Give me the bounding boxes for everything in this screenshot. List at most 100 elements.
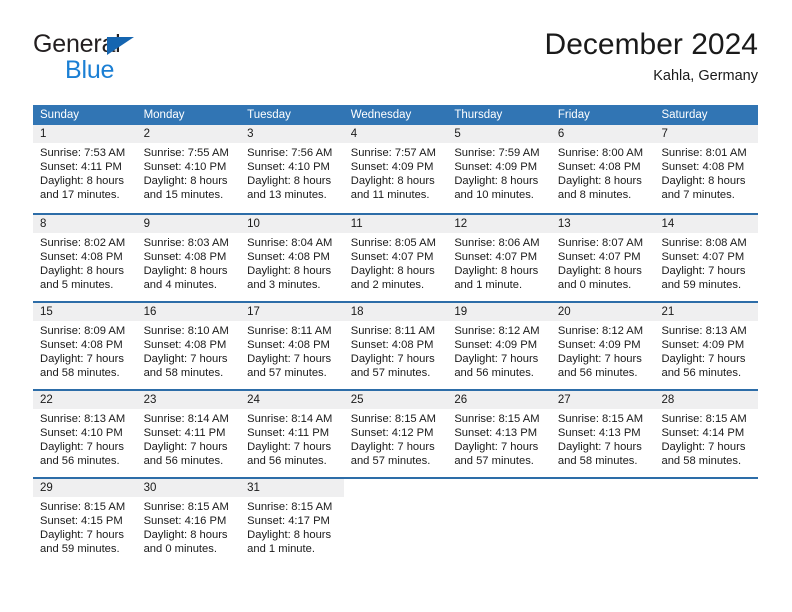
day-detail-line: Sunset: 4:07 PM <box>661 251 745 264</box>
day-detail-line: Sunrise: 7:57 AM <box>350 147 436 159</box>
calendar-day-cell[interactable]: 3 Sunrise: 7:56 AM Sunset: 4:10 PM Daylight… <box>240 125 344 213</box>
day-detail-line: Sunrise: 8:02 AM <box>40 237 126 249</box>
day-detail-line: and 58 minutes. <box>557 455 638 468</box>
calendar-day-cell[interactable]: 16 Sunrise: 8:10 AM Sunset: 4:08 PM Dayligh… <box>136 303 241 389</box>
calendar-week-row: 8 Sunrise: 8:02 AM Sunset: 4:08 PM Daylight… <box>33 213 759 301</box>
calendar-day-cell[interactable]: 1 Sunrise: 7:53 AM Sunset: 4:11 PM Daylight… <box>33 125 137 213</box>
day-detail-line: Daylight: 8 hours <box>247 529 332 542</box>
calendar-day-cell[interactable]: 18 Sunrise: 8:11 AM Sunset: 4:08 PM Dayligh… <box>343 303 448 389</box>
calendar-day-cell[interactable]: 13 Sunrise: 8:07 AM Sunset: 4:07 PM Dayligh… <box>550 215 655 301</box>
day-details: Sunrise: 8:11 AM Sunset: 4:08 PM Daylight:… <box>344 321 448 380</box>
calendar-day-cell[interactable]: 4 Sunrise: 7:57 AM Sunset: 4:09 PM Daylight… <box>343 125 448 213</box>
day-detail-line: and 1 minute. <box>247 543 315 556</box>
calendar-day-cell[interactable]: 30 Sunrise: 8:15 AM Sunset: 4:16 PM Dayligh… <box>136 479 241 565</box>
day-detail-line: Sunrise: 8:07 AM <box>557 237 644 249</box>
calendar-day-cell[interactable]: 29 Sunrise: 8:15 AM Sunset: 4:15 PM Dayligh… <box>33 479 137 565</box>
calendar-day-cell[interactable]: 19 Sunrise: 8:12 AM Sunset: 4:09 PM Dayligh… <box>447 303 551 389</box>
day-detail-line: Sunrise: 8:12 AM <box>557 325 644 337</box>
day-number: 5 <box>447 125 551 143</box>
calendar-day-cell-empty <box>550 479 655 565</box>
day-detail-line: Daylight: 8 hours <box>557 265 642 278</box>
calendar-day-cell[interactable]: 6 Sunrise: 8:00 AM Sunset: 4:08 PM Daylight… <box>550 125 655 213</box>
day-detail-line: Sunrise: 8:13 AM <box>661 325 747 337</box>
day-number: 2 <box>136 125 241 143</box>
day-detail-line: Sunset: 4:10 PM <box>40 427 123 440</box>
calendar-day-cell[interactable]: 9 Sunrise: 8:03 AM Sunset: 4:08 PM Daylight… <box>136 215 241 301</box>
day-details: Sunrise: 8:15 AM Sunset: 4:13 PM Daylight:… <box>551 409 655 468</box>
day-detail-line: Daylight: 7 hours <box>247 353 332 366</box>
day-number <box>447 479 551 497</box>
day-detail-line: Sunset: 4:14 PM <box>661 427 745 440</box>
day-detail-line: and 4 minutes. <box>143 279 217 292</box>
day-detail-line: Daylight: 7 hours <box>143 353 228 366</box>
day-number: 10 <box>240 215 344 233</box>
day-detail-line: Sunset: 4:08 PM <box>40 339 123 352</box>
day-detail-line: Daylight: 8 hours <box>661 175 746 188</box>
calendar-day-cell[interactable]: 27 Sunrise: 8:15 AM Sunset: 4:13 PM Dayligh… <box>550 391 655 477</box>
day-details: Sunrise: 7:55 AM Sunset: 4:10 PM Daylight:… <box>137 143 241 202</box>
day-detail-line: Sunset: 4:08 PM <box>247 339 330 352</box>
calendar-day-cell[interactable]: 8 Sunrise: 8:02 AM Sunset: 4:08 PM Daylight… <box>33 215 137 301</box>
calendar-day-cell-empty <box>343 479 448 565</box>
day-detail-line: Sunrise: 7:59 AM <box>454 147 540 159</box>
day-detail-line: Daylight: 8 hours <box>247 175 332 188</box>
calendar-day-cell[interactable]: 11 Sunrise: 8:05 AM Sunset: 4:07 PM Dayligh… <box>343 215 448 301</box>
day-detail-line: Daylight: 8 hours <box>40 265 124 278</box>
day-details: Sunrise: 8:15 AM Sunset: 4:13 PM Daylight:… <box>447 409 551 468</box>
day-details: Sunrise: 8:15 AM Sunset: 4:16 PM Daylight:… <box>137 497 241 556</box>
day-detail-line: Sunset: 4:10 PM <box>247 161 330 174</box>
day-detail-line: and 58 minutes. <box>40 367 120 380</box>
day-detail-line: and 5 minutes. <box>40 279 114 292</box>
title-block: December 2024 Kahla, Germany <box>545 26 758 87</box>
calendar-day-cell[interactable]: 24 Sunrise: 8:14 AM Sunset: 4:11 PM Dayligh… <box>240 391 344 477</box>
calendar-day-cell[interactable]: 25 Sunrise: 8:15 AM Sunset: 4:12 PM Dayligh… <box>343 391 448 477</box>
page-title: December 2024 <box>544 28 758 61</box>
calendar-day-cell[interactable]: 21 Sunrise: 8:13 AM Sunset: 4:09 PM Dayligh… <box>654 303 759 389</box>
day-detail-line: and 0 minutes. <box>143 543 217 556</box>
day-detail-line: Daylight: 7 hours <box>40 529 124 542</box>
calendar-day-cell[interactable]: 31 Sunrise: 8:15 AM Sunset: 4:17 PM Dayligh… <box>240 479 344 565</box>
calendar-day-cell[interactable]: 15 Sunrise: 8:09 AM Sunset: 4:08 PM Dayligh… <box>33 303 137 389</box>
calendar-day-cell[interactable]: 10 Sunrise: 8:04 AM Sunset: 4:08 PM Dayligh… <box>240 215 344 301</box>
day-detail-line: Daylight: 7 hours <box>454 353 539 366</box>
calendar-day-cell[interactable]: 20 Sunrise: 8:12 AM Sunset: 4:09 PM Dayligh… <box>550 303 655 389</box>
day-detail-line: Sunrise: 7:53 AM <box>40 147 126 159</box>
calendar-day-cell[interactable]: 14 Sunrise: 8:08 AM Sunset: 4:07 PM Dayligh… <box>654 215 759 301</box>
day-details: Sunrise: 8:11 AM Sunset: 4:08 PM Daylight:… <box>240 321 344 380</box>
calendar-week-row: 1 Sunrise: 7:53 AM Sunset: 4:11 PM Daylight… <box>33 125 759 213</box>
day-details: Sunrise: 7:57 AM Sunset: 4:09 PM Daylight:… <box>344 143 448 202</box>
calendar-weeks: 1 Sunrise: 7:53 AM Sunset: 4:11 PM Daylight… <box>33 125 759 565</box>
day-detail-line: Daylight: 8 hours <box>454 175 539 188</box>
day-number: 27 <box>550 391 655 409</box>
day-detail-line: Sunrise: 7:55 AM <box>143 147 229 159</box>
day-number: 14 <box>654 215 759 233</box>
day-detail-line: and 0 minutes. <box>557 279 632 292</box>
day-detail-line: Sunset: 4:09 PM <box>557 339 641 352</box>
calendar-day-cell[interactable]: 28 Sunrise: 8:15 AM Sunset: 4:14 PM Dayligh… <box>654 391 759 477</box>
calendar-day-cell[interactable]: 22 Sunrise: 8:13 AM Sunset: 4:10 PM Dayligh… <box>33 391 137 477</box>
calendar-grid: Sunday Monday Tuesday Wednesday Thursday Frid… <box>33 105 759 565</box>
day-number: 25 <box>343 391 448 409</box>
calendar-day-cell[interactable]: 17 Sunrise: 8:11 AM Sunset: 4:08 PM Dayligh… <box>240 303 344 389</box>
day-details: Sunrise: 8:02 AM Sunset: 4:08 PM Daylight:… <box>33 233 137 292</box>
day-details: Sunrise: 8:08 AM Sunset: 4:07 PM Daylight:… <box>654 233 758 292</box>
day-details: Sunrise: 8:03 AM Sunset: 4:08 PM Daylight:… <box>137 233 241 292</box>
calendar-day-cell[interactable]: 23 Sunrise: 8:14 AM Sunset: 4:11 PM Dayligh… <box>136 391 241 477</box>
day-details: Sunrise: 8:05 AM Sunset: 4:07 PM Daylight:… <box>344 233 448 292</box>
day-detail-line: Daylight: 7 hours <box>350 353 435 366</box>
brand-logo[interactable]: General Blue <box>33 30 273 92</box>
calendar-day-cell[interactable]: 26 Sunrise: 8:15 AM Sunset: 4:13 PM Dayligh… <box>447 391 551 477</box>
day-number: 23 <box>136 391 241 409</box>
day-detail-line: Sunset: 4:17 PM <box>247 515 330 528</box>
day-number <box>343 479 448 497</box>
calendar-day-cell[interactable]: 7 Sunrise: 8:01 AM Sunset: 4:08 PM Daylight… <box>654 125 759 213</box>
calendar-week-row: 15 Sunrise: 8:09 AM Sunset: 4:08 PM Dayligh… <box>33 301 759 389</box>
calendar-day-cell[interactable]: 2 Sunrise: 7:55 AM Sunset: 4:10 PM Daylight… <box>136 125 241 213</box>
day-number <box>550 479 655 497</box>
calendar-day-cell[interactable]: 12 Sunrise: 8:06 AM Sunset: 4:07 PM Dayligh… <box>447 215 551 301</box>
calendar-day-cell-empty <box>447 479 551 565</box>
day-detail-line: and 56 minutes. <box>143 455 224 468</box>
day-detail-line: Daylight: 8 hours <box>350 175 435 188</box>
calendar-day-cell[interactable]: 5 Sunrise: 7:59 AM Sunset: 4:09 PM Daylight… <box>447 125 551 213</box>
calendar-week-row: 29 Sunrise: 8:15 AM Sunset: 4:15 PM Dayligh… <box>33 477 759 565</box>
